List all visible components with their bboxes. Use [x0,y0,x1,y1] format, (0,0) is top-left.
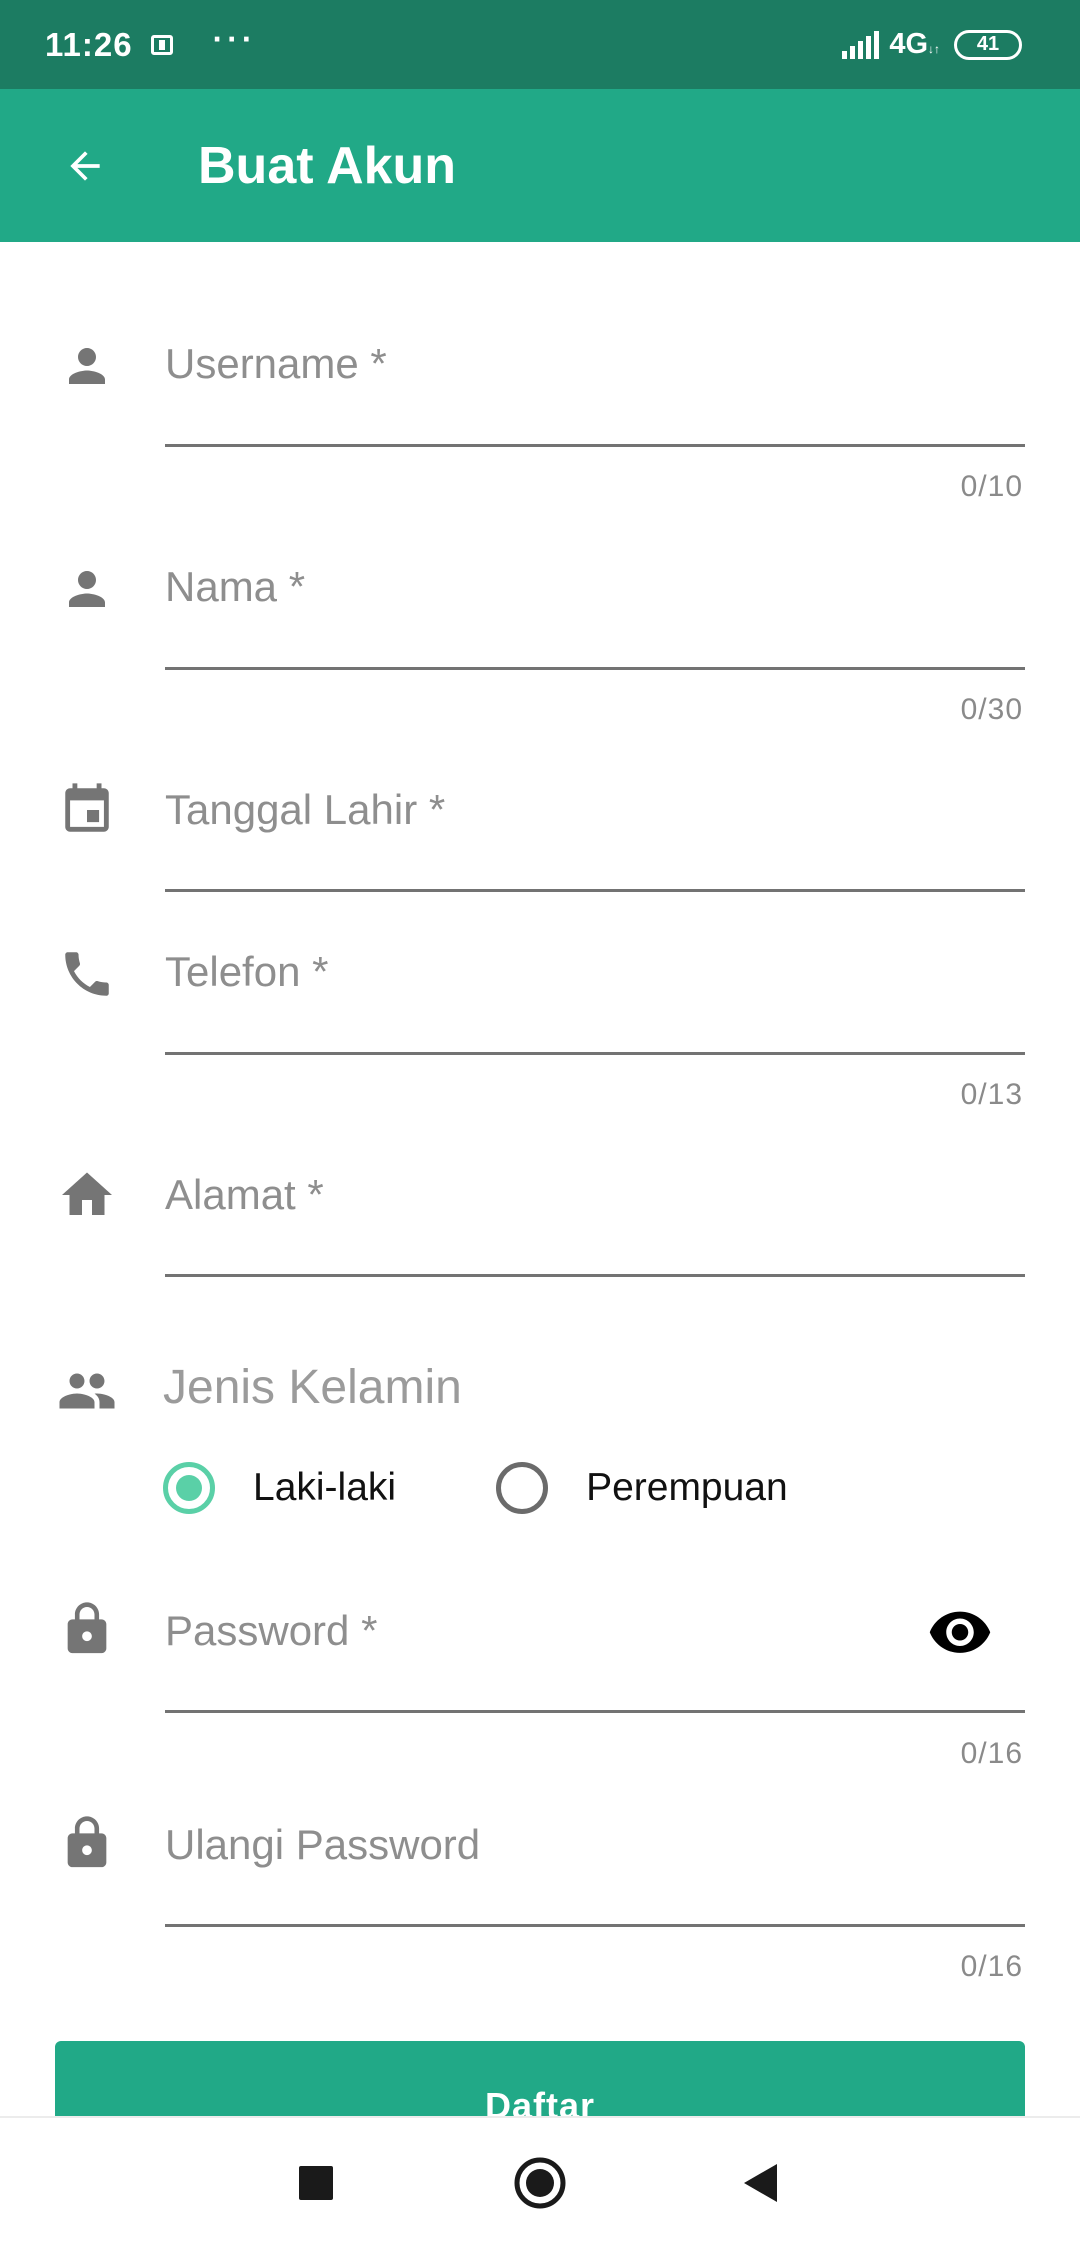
network-type: 4G↓↑ [889,28,940,60]
telefon-underline [165,1052,1025,1055]
back-button[interactable] [30,116,140,216]
triangle-back-icon [744,2164,777,2202]
radio-laki-laki[interactable]: Laki-laki [163,1462,396,1514]
status-bar: 11:26 ··· 4G↓↑ 41 [0,0,1080,89]
arrow-back-icon [70,150,100,181]
more-notifications-icon: ··· [212,20,257,57]
sim-icon [150,34,173,55]
telefon-label: Telefon * [165,948,329,995]
alamat-underline [165,1274,1025,1277]
toggle-password-visibility-button[interactable] [922,1605,998,1665]
radio-perempuan-label: Perempuan [586,1466,788,1509]
eye-icon [929,1611,991,1653]
tanggal-lahir-label: Tanggal Lahir * [165,786,446,833]
navigation-bar [0,2116,1080,2246]
radio-selected-indicator [163,1462,215,1514]
telefon-counter: 0/13 [960,1078,1023,1111]
gender-radio-group: Laki-laki Perempuan [163,1462,788,1514]
status-bar-left: 11:26 ··· [45,20,257,64]
tanggal-lahir-underline [165,889,1025,892]
battery-icon: 41 [954,29,1022,60]
alamat-label: Alamat * [165,1171,324,1218]
ulangi-password-underline [165,1924,1025,1927]
lock-icon [57,1599,117,1659]
ulangi-password-label: Ulangi Password [165,1821,481,1868]
home-icon [57,1165,117,1225]
phone-icon [57,944,117,1004]
app-bar: Buat Akun [0,89,1080,242]
battery-level: 41 [976,33,1000,55]
recents-button[interactable] [281,2148,351,2218]
username-underline [165,444,1025,447]
radio-perempuan[interactable]: Perempuan [496,1462,788,1514]
password-underline [165,1710,1025,1713]
nama-counter: 0/30 [960,693,1023,726]
password-label: Password * [165,1607,378,1654]
calendar-icon [57,780,117,840]
status-bar-right: 4G↓↑ 41 [842,28,1022,61]
clock: 11:26 [45,25,133,63]
square-icon [299,2166,333,2200]
page-title: Buat Akun [198,136,457,195]
person-icon [57,559,117,619]
signal-icon [842,30,880,59]
jenis-kelamin-label: Jenis Kelamin [163,1361,462,1414]
lock-icon [57,1813,117,1873]
circle-icon [514,2157,566,2209]
nama-label: Nama * [165,563,306,610]
person-icon [57,336,117,396]
radio-unselected-indicator [496,1462,549,1514]
back-nav-button[interactable] [725,2148,795,2218]
password-counter: 0/16 [960,1737,1023,1770]
people-icon [57,1361,117,1421]
ulangi-password-counter: 0/16 [960,1950,1023,1983]
username-counter: 0/10 [960,470,1023,503]
home-button[interactable] [505,2148,575,2218]
nama-underline [165,667,1025,670]
username-label: Username * [165,340,387,387]
radio-laki-laki-label: Laki-laki [253,1466,397,1509]
